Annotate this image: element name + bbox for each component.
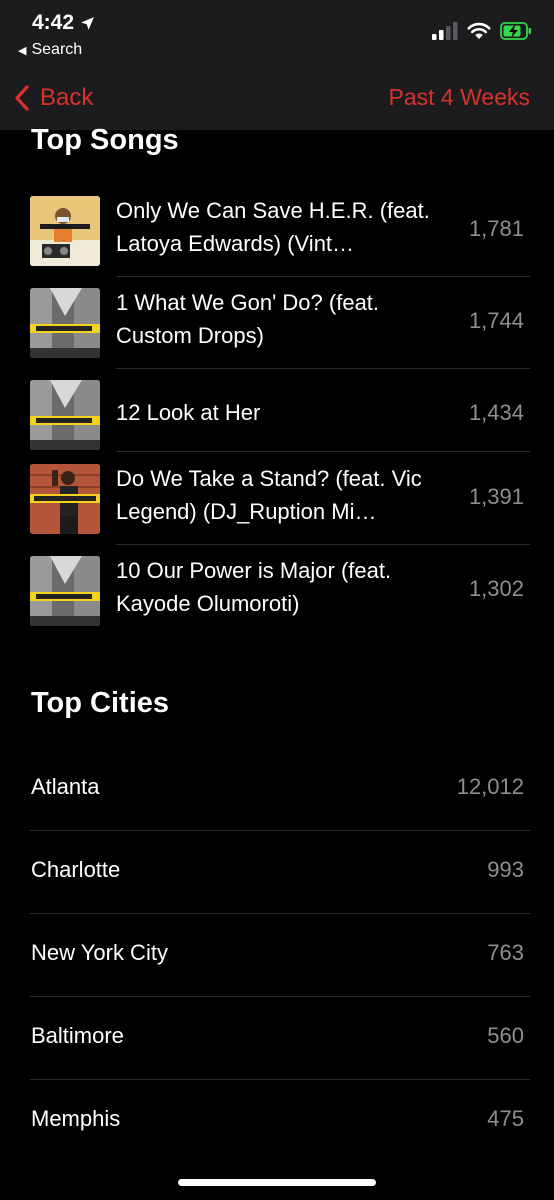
- back-triangle-icon: ◀: [18, 44, 27, 57]
- back-button-label: Back: [40, 84, 94, 111]
- nav-bar: Back Past 4 Weeks: [0, 70, 554, 130]
- city-listener-count: 763: [487, 940, 524, 965]
- song-title: 12 Look at Her: [116, 400, 261, 425]
- song-row[interactable]: 12 Look at Her 1,434: [30, 368, 530, 460]
- back-button[interactable]: Back: [14, 82, 93, 114]
- song-play-count: 1,781: [468, 216, 524, 241]
- period-selector-button[interactable]: Past 4 Weeks: [389, 84, 530, 111]
- battery-charging-icon: [500, 22, 531, 40]
- song-artwork: [30, 288, 100, 358]
- status-time: 4:42: [32, 11, 75, 34]
- song-play-count: 1,744: [468, 308, 524, 333]
- city-name: Baltimore: [31, 1023, 124, 1048]
- city-listener-count: 12,012: [456, 774, 524, 799]
- city-name: New York City: [31, 940, 168, 965]
- song-play-count: 1,302: [468, 576, 524, 601]
- song-play-count: 1,434: [468, 400, 524, 425]
- status-bar: 4:42 ◀ Search: [0, 0, 554, 70]
- home-indicator[interactable]: [178, 1179, 376, 1186]
- song-title: Only We Can Save H.E.R. (feat. Latoya Ed…: [116, 198, 430, 256]
- chevron-left-icon: [15, 85, 29, 111]
- wifi-icon: [467, 22, 491, 39]
- city-name: Charlotte: [31, 857, 121, 882]
- cellular-signal-icon: [432, 22, 458, 40]
- city-listener-count: 993: [487, 857, 524, 882]
- city-row[interactable]: Atlanta 12,012: [0, 748, 554, 831]
- song-title: Do We Take a Stand? (feat. Vic Legend) (…: [116, 466, 422, 524]
- top-songs-heading: Top Songs: [31, 124, 179, 156]
- city-row[interactable]: Charlotte 993: [0, 831, 554, 914]
- back-to-search-link[interactable]: ◀ Search: [18, 41, 82, 59]
- location-arrow-icon: [81, 16, 94, 30]
- song-play-count: 1,391: [468, 484, 524, 509]
- song-row[interactable]: Do We Take a Stand? (feat. Vic Legend) (…: [30, 452, 530, 544]
- song-artwork: [30, 380, 100, 450]
- back-to-search-label: Search: [31, 41, 83, 58]
- status-icons: [432, 22, 532, 40]
- city-listener-count: 560: [487, 1023, 524, 1048]
- song-title: 1 What We Gon' Do? (feat. Custom Drops): [116, 290, 380, 348]
- song-row[interactable]: Only We Can Save H.E.R. (feat. Latoya Ed…: [30, 184, 530, 276]
- status-time-group: 4:42: [32, 11, 96, 35]
- song-row[interactable]: 10 Our Power is Major (feat. Kayode Olum…: [30, 544, 530, 636]
- top-cities-heading: Top Cities: [31, 687, 170, 719]
- city-listener-count: 475: [487, 1106, 524, 1131]
- song-artwork: [30, 464, 100, 534]
- song-artwork: [30, 556, 100, 626]
- city-name: Atlanta: [31, 774, 100, 799]
- city-row[interactable]: Baltimore 560: [0, 997, 554, 1080]
- city-name: Memphis: [31, 1106, 121, 1131]
- city-row[interactable]: New York City 763: [0, 914, 554, 997]
- song-title: 10 Our Power is Major (feat. Kayode Olum…: [116, 558, 392, 616]
- city-row[interactable]: Memphis 475: [0, 1080, 554, 1163]
- song-row[interactable]: 1 What We Gon' Do? (feat. Custom Drops) …: [30, 276, 530, 368]
- song-artwork: [30, 196, 100, 266]
